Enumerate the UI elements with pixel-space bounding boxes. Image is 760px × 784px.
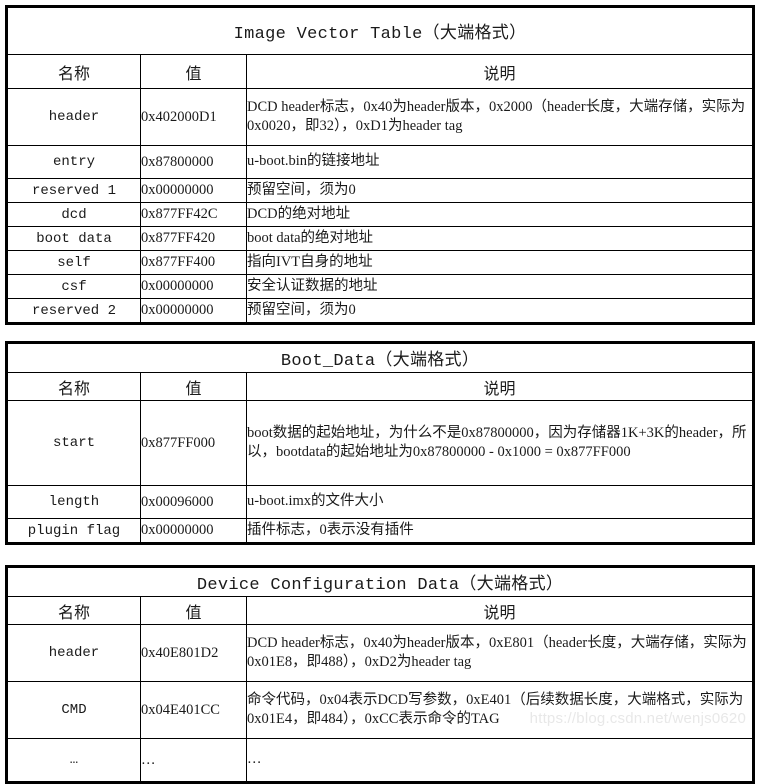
table-row: start 0x877FF000 boot数据的起始地址，为什么不是0x8780… — [6, 400, 754, 486]
table-spacer — [5, 325, 752, 341]
field-name: reserved 2 — [6, 298, 141, 324]
field-value: 0x00000000 — [140, 178, 247, 203]
table-title: Image Vector Table（大端格式） — [5, 6, 755, 55]
document-page: Image Vector Table（大端格式） 名称 值 说明 header … — [0, 0, 760, 784]
table-spacer — [5, 545, 752, 565]
field-name: dcd — [6, 202, 141, 227]
field-value: … — [140, 738, 247, 783]
field-description: u-boot.imx的文件大小 — [246, 485, 754, 519]
table-row: plugin flag 0x00000000 插件标志，0表示没有插件 — [6, 518, 754, 544]
table-title-row: Boot_Data（大端格式） — [6, 342, 754, 373]
table-title: Device Configuration Data（大端格式） — [5, 566, 755, 597]
field-name: start — [6, 400, 141, 486]
field-name: … — [6, 738, 141, 783]
field-value: 0x00096000 — [140, 485, 247, 519]
table-header-row: 名称 值 说明 — [6, 54, 755, 89]
column-header-value: 值 — [140, 54, 247, 89]
field-value: 0x87800000 — [140, 145, 247, 179]
table-row: boot data 0x877FF420 boot data的绝对地址 — [6, 226, 755, 251]
table-row: … … … — [6, 738, 755, 783]
field-description: boot data的绝对地址 — [245, 226, 755, 251]
field-description: 预留空间，须为0 — [245, 298, 755, 324]
field-description: 指向IVT自身的地址 — [245, 250, 755, 275]
field-description: 插件标志，0表示没有插件 — [246, 518, 754, 544]
boot-data-table: Boot_Data（大端格式） 名称 值 说明 start 0x877FF000… — [5, 341, 755, 545]
field-name: plugin flag — [6, 518, 141, 544]
table-header-row: 名称 值 说明 — [6, 596, 755, 625]
field-value: 0x402000D1 — [140, 88, 247, 146]
table-row: CMD 0x04E401CC 命令代码，0x04表示DCD写参数，0xE401（… — [6, 681, 755, 739]
field-name: CMD — [6, 681, 141, 739]
column-header-value: 值 — [140, 596, 247, 625]
field-value: 0x04E401CC — [140, 681, 247, 739]
table-title-row: Device Configuration Data（大端格式） — [5, 566, 755, 597]
field-name: self — [6, 250, 141, 275]
column-header-description: 说明 — [246, 372, 754, 401]
field-description: 命令代码，0x04表示DCD写参数，0xE401（后续数据长度，大端格式，实际为… — [245, 681, 755, 739]
field-name: entry — [6, 145, 141, 179]
field-description: … — [245, 738, 755, 783]
field-description: DCD的绝对地址 — [245, 202, 755, 227]
field-description: boot数据的起始地址，为什么不是0x87800000，因为存储器1K+3K的h… — [246, 400, 754, 486]
field-value: 0x00000000 — [140, 274, 247, 299]
field-description: DCD header标志，0x40为header版本，0xE801（header… — [245, 624, 755, 682]
image-vector-table: Image Vector Table（大端格式） 名称 值 说明 header … — [5, 5, 756, 325]
column-header-name: 名称 — [6, 372, 141, 401]
field-description: 预留空间，须为0 — [245, 178, 755, 203]
field-name: csf — [6, 274, 141, 299]
field-value: 0x877FF400 — [140, 250, 247, 275]
field-value: 0x00000000 — [140, 518, 247, 544]
column-header-description: 说明 — [245, 54, 755, 89]
table-row: reserved 1 0x00000000 预留空间，须为0 — [6, 178, 755, 203]
table-row: length 0x00096000 u-boot.imx的文件大小 — [6, 485, 754, 519]
field-description: DCD header标志，0x40为header版本，0x2000（header… — [245, 88, 755, 146]
column-header-description: 说明 — [245, 596, 755, 625]
table-title: Boot_Data（大端格式） — [6, 342, 754, 373]
field-name: reserved 1 — [6, 178, 141, 203]
device-configuration-data-table: Device Configuration Data（大端格式） 名称 值 说明 … — [5, 565, 756, 784]
table-header-row: 名称 值 说明 — [6, 372, 754, 401]
column-header-name: 名称 — [6, 54, 141, 89]
field-description: 安全认证数据的地址 — [245, 274, 755, 299]
field-value: 0x00000000 — [140, 298, 247, 324]
field-name: header — [6, 624, 141, 682]
table-title-row: Image Vector Table（大端格式） — [5, 6, 755, 55]
table-row: entry 0x87800000 u-boot.bin的链接地址 — [6, 145, 755, 179]
table-row: dcd 0x877FF42C DCD的绝对地址 — [6, 202, 755, 227]
field-name: boot data — [6, 226, 141, 251]
table-row: self 0x877FF400 指向IVT自身的地址 — [6, 250, 755, 275]
field-name: header — [6, 88, 141, 146]
table-row: reserved 2 0x00000000 预留空间，须为0 — [6, 298, 755, 324]
table-row: header 0x40E801D2 DCD header标志，0x40为head… — [6, 624, 755, 682]
column-header-value: 值 — [140, 372, 247, 401]
field-description: u-boot.bin的链接地址 — [245, 145, 755, 179]
field-name: length — [6, 485, 141, 519]
field-value: 0x877FF420 — [140, 226, 247, 251]
table-row: csf 0x00000000 安全认证数据的地址 — [6, 274, 755, 299]
field-value: 0x40E801D2 — [140, 624, 247, 682]
table-row: header 0x402000D1 DCD header标志，0x40为head… — [6, 88, 755, 146]
field-value: 0x877FF000 — [140, 400, 247, 486]
field-value: 0x877FF42C — [140, 202, 247, 227]
column-header-name: 名称 — [6, 596, 141, 625]
